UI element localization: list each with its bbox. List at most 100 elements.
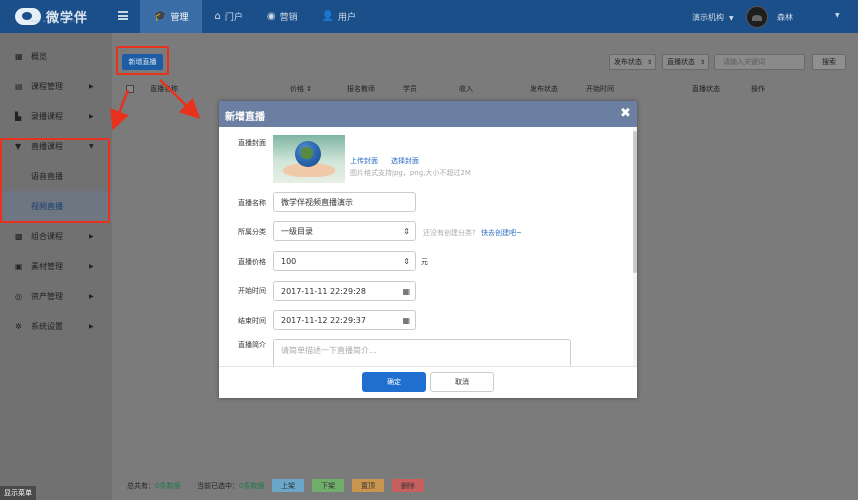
chevron-right-icon: ▶ [89,322,94,330]
total-count-text: 总共有：0条数据 [127,481,180,491]
brand-logo[interactable]: 微学伴 [15,7,88,26]
sidebar-item-bundle-courses[interactable]: ▩ 组合课程 ▶ [0,221,112,251]
column-header: 直播名称 [150,85,178,93]
nav-tab-users[interactable]: 👤 用户 [310,0,368,33]
org-name: 演示机构 [692,13,724,22]
live-name-input[interactable]: 微学伴视频直播演示 [273,192,416,212]
grid-icon: ▦ [15,51,23,61]
category-hint: 还没有创建分类? [423,229,476,237]
create-category-link[interactable]: 快去创建吧~ [481,228,522,238]
unpublish-button[interactable]: 下架 [312,479,344,492]
chevron-right-icon: ▶ [89,82,94,90]
upload-cover-link[interactable]: 上传封面 [350,156,378,166]
brand-name: 微学伴 [46,11,89,26]
top-bar: 微学伴 www.weixueban.cn 🎓 管理 ⌂ 门户 ◉ 营销 👤 用户 演示机… [0,0,858,33]
select-cover-link[interactable]: 选择封面 [391,156,419,166]
price-input[interactable]: 100 ⇕ [273,251,416,271]
selected-value: 0条数据 [239,482,265,490]
close-icon[interactable]: ✖ [620,106,631,121]
chevron-right-icon: ▶ [89,292,94,300]
annotation-box-sidebar [0,138,110,223]
new-live-dialog: 新增直播 ✖ 直播封面 上传封面 选择封面 图片格式支持jpg，png,大小不超… [219,101,637,398]
sidebar-item-label: 系统设置 [31,321,63,331]
table-footer: 总共有：0条数据 当前已选中：0条数据 上架 下架 置顶 删除 [113,477,858,495]
sidebar-item-label: 素材管理 [31,261,63,271]
life-ring-icon: ◉ [266,11,276,22]
category-select[interactable]: 一级目录 ⇕ [273,221,416,241]
category-value: 一级目录 [281,226,313,236]
select-caret-icon: ⇕ [403,226,410,236]
org-switcher[interactable]: 演示机构 ▼ [692,12,734,23]
publish-button[interactable]: 上架 [272,479,304,492]
nav-tab-label: 用户 [338,13,357,23]
delete-button[interactable]: 删除 [392,479,424,492]
show-menu-button[interactable]: 显示菜单 [0,486,36,500]
sidebar-item-label: 组合课程 [31,231,63,241]
calendar-icon[interactable]: ▦ [402,316,410,325]
menu-toggle-icon[interactable] [118,11,128,20]
intro-label: 直播简介 [238,341,266,349]
price-label: 直播价格 [238,258,266,266]
graduation-cap-icon: 🎓 [154,11,167,22]
spinner-icon[interactable]: ⇕ [403,257,410,266]
nav-tab-manage[interactable]: 🎓 管理 [140,0,203,33]
intro-textarea[interactable]: 请简单描述一下直播简介... [273,339,571,369]
select-all-checkbox[interactable] [126,85,134,93]
cancel-button[interactable]: 取消 [430,372,494,392]
brand-url: www.weixueban.cn [31,19,76,23]
sidebar: ▦ 概览 ▤ 课程管理 ▶ ▙ 录播课程 ▶ ▼ 直播课程 ▼ 语音直播 视频直播 ▩ 组合课程… [0,33,112,500]
caret-down-icon: ▼ [729,15,734,22]
nav-tab-label: 门户 [224,13,243,23]
dialog-scrollbar[interactable] [633,131,637,273]
sidebar-item-overview[interactable]: ▦ 概览 [0,41,112,71]
publish-status-select[interactable]: 发布状态 ⇕ [609,54,656,70]
chevron-right-icon: ▶ [89,112,94,120]
select-value: 直播状态 [667,58,695,66]
calendar-icon[interactable]: ▦ [402,287,410,296]
category-label: 所属分类 [238,228,266,236]
dialog-footer [219,367,637,398]
nav-tab-marketing[interactable]: ◉ 营销 [255,0,310,33]
sidebar-item-settings[interactable]: ✲ 系统设置 ▶ [0,311,112,341]
home-icon: ⌂ [214,11,221,22]
avatar[interactable] [746,6,768,28]
sidebar-item-course-management[interactable]: ▤ 课程管理 ▶ [0,71,112,101]
sidebar-item-label: 课程管理 [31,81,63,91]
sidebar-item-recorded-courses[interactable]: ▙ 录播课程 ▶ [0,101,112,131]
cover-label: 直播封面 [238,139,266,147]
chart-icon: ▙ [15,111,22,121]
chevron-right-icon: ▶ [89,262,94,270]
confirm-button[interactable]: 确定 [362,372,426,392]
pin-top-button[interactable]: 置顶 [352,479,384,492]
sidebar-item-label: 资产管理 [31,291,63,301]
search-button[interactable]: 搜索 [812,54,846,70]
column-header: 发布状态 [530,85,558,93]
select-value: 发布状态 [614,58,642,66]
search-input[interactable]: 请输入关键词 [714,54,805,70]
cover-hint: 图片格式支持jpg，png,大小不超过2M [350,169,471,177]
dialog-header: 新增直播 ✖ [219,101,637,127]
column-header: 报名教师 [347,85,375,93]
start-time-input[interactable]: 2017-11-11 22:29:28 ▦ [273,281,416,301]
selected-label: 当前已选中： [197,482,239,490]
column-header: 直播状态 [692,85,720,93]
username[interactable]: 森林 [777,12,793,23]
end-time-value: 2017-11-12 22:29:37 [281,315,366,325]
nav-tab-portal[interactable]: ⌂ 门户 [202,0,254,33]
image-icon: ▣ [15,261,23,271]
end-time-input[interactable]: 2017-11-12 22:29:37 ▦ [273,310,416,330]
select-caret-icon: ⇕ [646,58,652,66]
sidebar-item-assets[interactable]: ◎ 资产管理 ▶ [0,281,112,311]
live-status-select[interactable]: 直播状态 ⇕ [662,54,709,70]
sidebar-item-materials[interactable]: ▣ 素材管理 ▶ [0,251,112,281]
nav-tab-label: 营销 [279,13,298,23]
start-time-label: 开始时间 [238,287,266,295]
column-header[interactable]: 价格 ⇕ [290,84,312,94]
table-header: 直播名称 价格 ⇕ 报名教师 学员 收入 发布状态 开始时间 直播状态 操作 [113,80,858,98]
gear-icon: ✲ [15,321,22,331]
selected-count-text: 当前已选中：0条数据 [197,481,264,491]
caret-down-icon[interactable]: ▼ [835,12,840,19]
column-header: 学员 [403,85,417,93]
top-nav: 🎓 管理 ⌂ 门户 ◉ 营销 👤 用户 [140,0,368,33]
sidebar-item-label: 概览 [31,51,47,61]
